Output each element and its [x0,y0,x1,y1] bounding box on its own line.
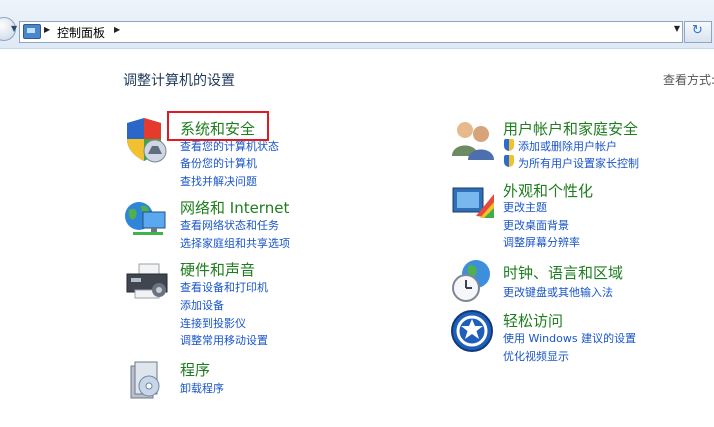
link-optimize-display[interactable]: 优化视频显示 [503,348,569,364]
refresh-button[interactable]: ↻ [684,21,712,43]
users-icon [452,122,494,160]
control-panel-icon [23,24,41,39]
link-network-status[interactable]: 查看网络状态和任务 [180,217,279,233]
link-troubleshoot[interactable]: 查找并解决问题 [180,173,257,189]
category-title-system-security[interactable]: 系统和安全 [180,118,255,139]
category-title-user-accounts[interactable]: 用户帐户和家庭安全 [503,118,638,139]
category-title-hardware-sound[interactable]: 硬件和声音 [180,259,255,280]
link-parental-controls[interactable]: 为所有用户设置家长控制 [518,155,639,171]
link-devices-printers[interactable]: 查看设备和打印机 [180,279,268,295]
view-by-label: 查看方式: [663,73,714,87]
link-view-computer-status[interactable]: 查看您的计算机状态 [180,138,279,154]
category-title-clock-language-region[interactable]: 时钟、语言和区域 [503,262,623,283]
address-dropdown-icon[interactable]: ▼ [674,24,680,33]
uac-shield-icon [504,139,514,151]
link-change-input-method[interactable]: 更改键盘或其他输入法 [503,284,613,300]
link-backup-computer[interactable]: 备份您的计算机 [180,155,257,171]
link-change-theme[interactable]: 更改主题 [503,199,547,215]
link-adjust-resolution[interactable]: 调整屏幕分辨率 [503,234,580,250]
breadcrumb-separator-icon[interactable]: ▶ [114,25,120,34]
breadcrumb-control-panel[interactable]: 控制面板 [57,24,105,41]
appearance-icon [452,187,494,218]
link-uninstall-program[interactable]: 卸载程序 [180,380,224,396]
category-title-network-internet[interactable]: 网络和 Internet [180,197,289,218]
link-connect-projector[interactable]: 连接到投影仪 [180,315,246,331]
shield-pc-icon [127,118,167,163]
address-bar[interactable]: ▶ 控制面板 ▶ ▼ [19,21,683,43]
network-icon [125,202,166,235]
printer-icon [126,263,168,299]
recent-pages-dropdown-icon[interactable]: ▼ [11,24,17,33]
ease-of-access-icon [451,310,493,352]
link-homegroup-sharing[interactable]: 选择家庭组和共享选项 [180,235,290,251]
address-toolbar: ▼ ▶ 控制面板 ▶ ▼ ↻ [0,0,714,49]
page-title: 调整计算机的设置 [123,73,235,89]
clock-globe-icon [452,260,490,302]
link-mobility-settings[interactable]: 调整常用移动设置 [180,332,268,348]
link-change-desktop-background[interactable]: 更改桌面背景 [503,217,569,233]
breadcrumb-separator-icon[interactable]: ▶ [44,25,50,34]
uac-shield-icon [504,155,514,167]
refresh-icon: ↻ [692,23,703,38]
category-title-ease-of-access[interactable]: 轻松访问 [503,310,563,331]
category-title-programs[interactable]: 程序 [180,359,210,380]
link-recommended-settings[interactable]: 使用 Windows 建议的设置 [503,330,636,346]
link-add-remove-accounts[interactable]: 添加或删除用户帐户 [518,138,617,154]
programs-icon [130,361,160,399]
category-title-appearance[interactable]: 外观和个性化 [503,180,593,201]
link-add-device[interactable]: 添加设备 [180,297,224,313]
